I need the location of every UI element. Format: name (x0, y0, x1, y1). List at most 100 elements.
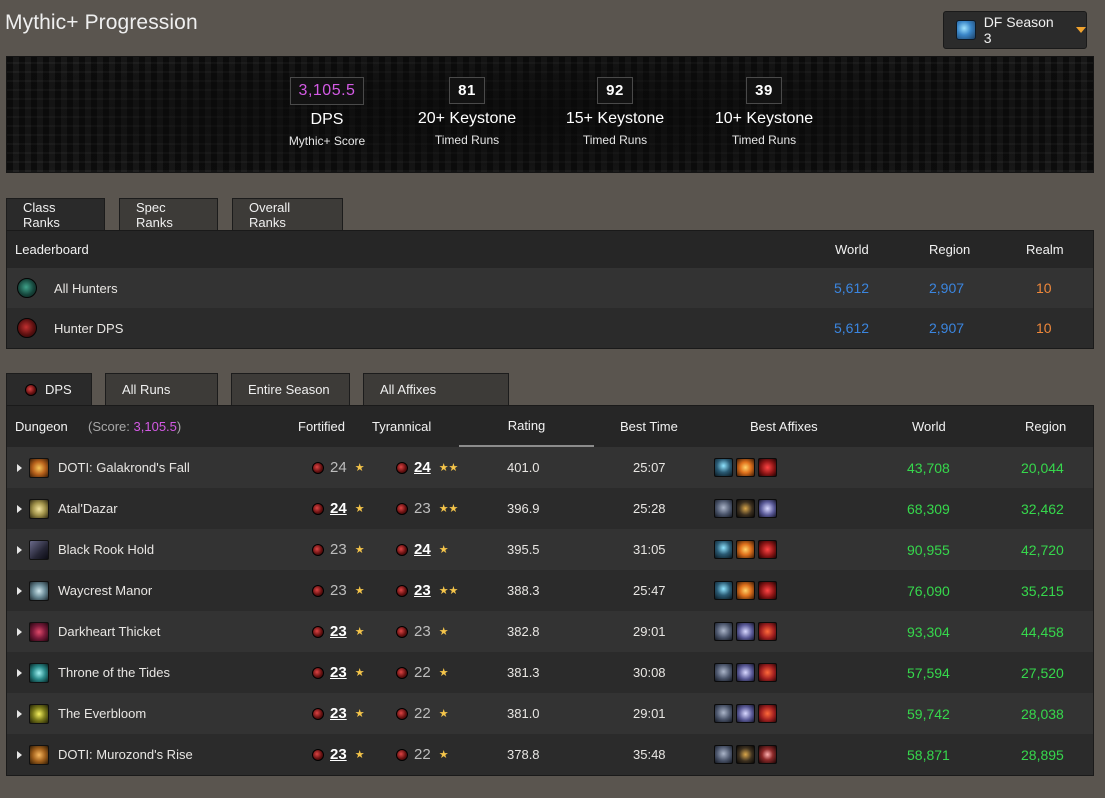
chevron-down-icon (1076, 27, 1086, 33)
fortified-level: 23 (330, 623, 347, 640)
fortified-level: 23 (330, 664, 347, 681)
best-time-value: 29:01 (633, 706, 666, 721)
dungeon-row[interactable]: DOTI: Galakrond's Fall 24 ★ 24 ★★ 401.0 25… (7, 447, 1093, 488)
fortified-key[interactable]: 23 ★ (312, 582, 365, 599)
affix-filter-dropdown[interactable]: All Affixes (363, 373, 509, 405)
dungeon-header-row: Dungeon (Score: 3,105.5) Fortified Tyran… (7, 406, 1093, 447)
rank-name: Hunter DPS (54, 320, 124, 336)
dungeon-name[interactable]: Throne of the Tides (58, 665, 170, 680)
fortified-level: 23 (330, 705, 347, 722)
affix-icon (736, 540, 755, 559)
tab-overall-ranks[interactable]: Overall Ranks (232, 198, 343, 230)
best-affixes (714, 540, 780, 559)
dungeon-name[interactable]: Waycrest Manor (58, 583, 152, 598)
dps-role-icon (396, 625, 408, 638)
tyrannical-key[interactable]: 24 ★ (396, 541, 449, 558)
best-affixes (714, 581, 780, 600)
fortified-key[interactable]: 24 ★ (312, 459, 365, 476)
star-icon: ★★ (438, 462, 459, 474)
fortified-key[interactable]: 23 ★ (312, 664, 365, 681)
dungeon-name[interactable]: DOTI: Murozond's Rise (58, 747, 193, 762)
dps-role-icon (312, 461, 324, 474)
tyrannical-key[interactable]: 23 ★★ (396, 582, 458, 599)
season-range-dropdown[interactable]: Entire Season (231, 373, 350, 405)
affix-icon (758, 499, 777, 518)
rank-world: 5,612 (834, 280, 870, 296)
tyrannical-key[interactable]: 23 ★★ (396, 500, 458, 517)
tab-dps[interactable]: DPS (6, 373, 92, 405)
rank-realm: 10 (1036, 280, 1052, 296)
all-runs-dropdown[interactable]: All Runs (105, 373, 218, 405)
expand-icon[interactable] (17, 463, 22, 472)
tab-spec-ranks[interactable]: Spec Ranks (119, 198, 218, 230)
expand-icon[interactable] (17, 668, 22, 677)
world-rank: 59,742 (907, 705, 950, 722)
season-dropdown[interactable]: DF Season 3 (943, 11, 1087, 49)
tyrannical-key[interactable]: 22 ★ (396, 705, 449, 722)
affix-icon (736, 704, 755, 723)
realm-header: Realm (1026, 242, 1064, 257)
keystone-15-stat: 92 15+ Keystone Timed Runs (540, 77, 690, 147)
dungeon-name[interactable]: Atal'Dazar (58, 501, 118, 516)
fortified-header[interactable]: Fortified (298, 419, 345, 434)
keystone-20-stat: 81 20+ Keystone Timed Runs (392, 77, 542, 147)
rating-value: 378.8 (507, 747, 540, 762)
fortified-key[interactable]: 23 ★ (312, 705, 365, 722)
dps-role-icon (396, 666, 408, 679)
dungeon-row[interactable]: Waycrest Manor 23 ★ 23 ★★ 388.3 25:47 76,0… (7, 570, 1093, 611)
expand-icon[interactable] (17, 545, 22, 554)
fortified-level: 24 (330, 459, 347, 476)
tyrannical-level: 24 (414, 541, 431, 558)
expand-icon[interactable] (17, 709, 22, 718)
affix-icon (758, 663, 777, 682)
dungeon-name[interactable]: DOTI: Galakrond's Fall (58, 460, 190, 475)
dungeon-row[interactable]: Atal'Dazar 24 ★ 23 ★★ 396.9 25:28 68,309 3… (7, 488, 1093, 529)
tyrannical-key[interactable]: 22 ★ (396, 746, 449, 763)
dungeon-row[interactable]: The Everbloom 23 ★ 22 ★ 381.0 29:01 59,742… (7, 693, 1093, 734)
expand-icon[interactable] (17, 504, 22, 513)
dps-role-icon (312, 543, 324, 556)
dungeon-row[interactable]: Black Rook Hold 23 ★ 24 ★ 395.5 31:05 90,9… (7, 529, 1093, 570)
best-time-value: 25:07 (633, 460, 666, 475)
leaderboard-header: Leaderboard (15, 242, 89, 257)
expand-icon[interactable] (17, 750, 22, 759)
region-header[interactable]: Region (1025, 419, 1066, 434)
dungeon-row[interactable]: DOTI: Murozond's Rise 23 ★ 22 ★ 378.8 35:4… (7, 734, 1093, 775)
rank-row[interactable]: All Hunters 5,612 2,907 10 (7, 268, 1093, 308)
affix-icon (736, 622, 755, 641)
tyrannical-key[interactable]: 24 ★★ (396, 459, 458, 476)
dungeon-row[interactable]: Darkheart Thicket 23 ★ 23 ★ 382.8 29:01 93… (7, 611, 1093, 652)
rating-header[interactable]: Rating (459, 406, 594, 447)
dungeon-name[interactable]: Black Rook Hold (58, 542, 154, 557)
dungeon-name[interactable]: The Everbloom (58, 706, 146, 721)
tab-class-ranks[interactable]: Class Ranks (6, 198, 105, 230)
fortified-key[interactable]: 24 ★ (312, 500, 365, 517)
star-icon: ★ (438, 667, 449, 679)
mythic-score-stat: 3,105.5 DPS Mythic+ Score (252, 77, 402, 148)
world-header[interactable]: World (912, 419, 946, 434)
tyrannical-key[interactable]: 22 ★ (396, 664, 449, 681)
fortified-key[interactable]: 23 ★ (312, 623, 365, 640)
rank-row[interactable]: Hunter DPS 5,612 2,907 10 (7, 308, 1093, 348)
dungeon-row[interactable]: Throne of the Tides 23 ★ 22 ★ 381.3 30:08 … (7, 652, 1093, 693)
world-rank: 93,304 (907, 623, 950, 640)
dungeon-icon (29, 580, 49, 601)
best-time-value: 25:47 (633, 583, 666, 598)
world-rank: 76,090 (907, 582, 950, 599)
expand-icon[interactable] (17, 627, 22, 636)
best-time-value: 31:05 (633, 542, 666, 557)
dungeon-name[interactable]: Darkheart Thicket (58, 624, 160, 639)
tyrannical-header[interactable]: Tyrannical (372, 419, 431, 434)
fortified-key[interactable]: 23 ★ (312, 746, 365, 763)
score-banner: 3,105.5 DPS Mythic+ Score 81 20+ Keyston… (6, 56, 1094, 173)
dps-role-icon (312, 748, 324, 761)
rank-realm: 10 (1036, 320, 1052, 336)
affix-icon (758, 458, 777, 477)
fortified-key[interactable]: 23 ★ (312, 541, 365, 558)
expand-icon[interactable] (17, 586, 22, 595)
star-icon: ★ (354, 585, 365, 597)
star-icon: ★ (354, 667, 365, 679)
tyrannical-key[interactable]: 23 ★ (396, 623, 449, 640)
best-time-header[interactable]: Best Time (620, 419, 678, 434)
dps-role-icon (396, 543, 408, 556)
